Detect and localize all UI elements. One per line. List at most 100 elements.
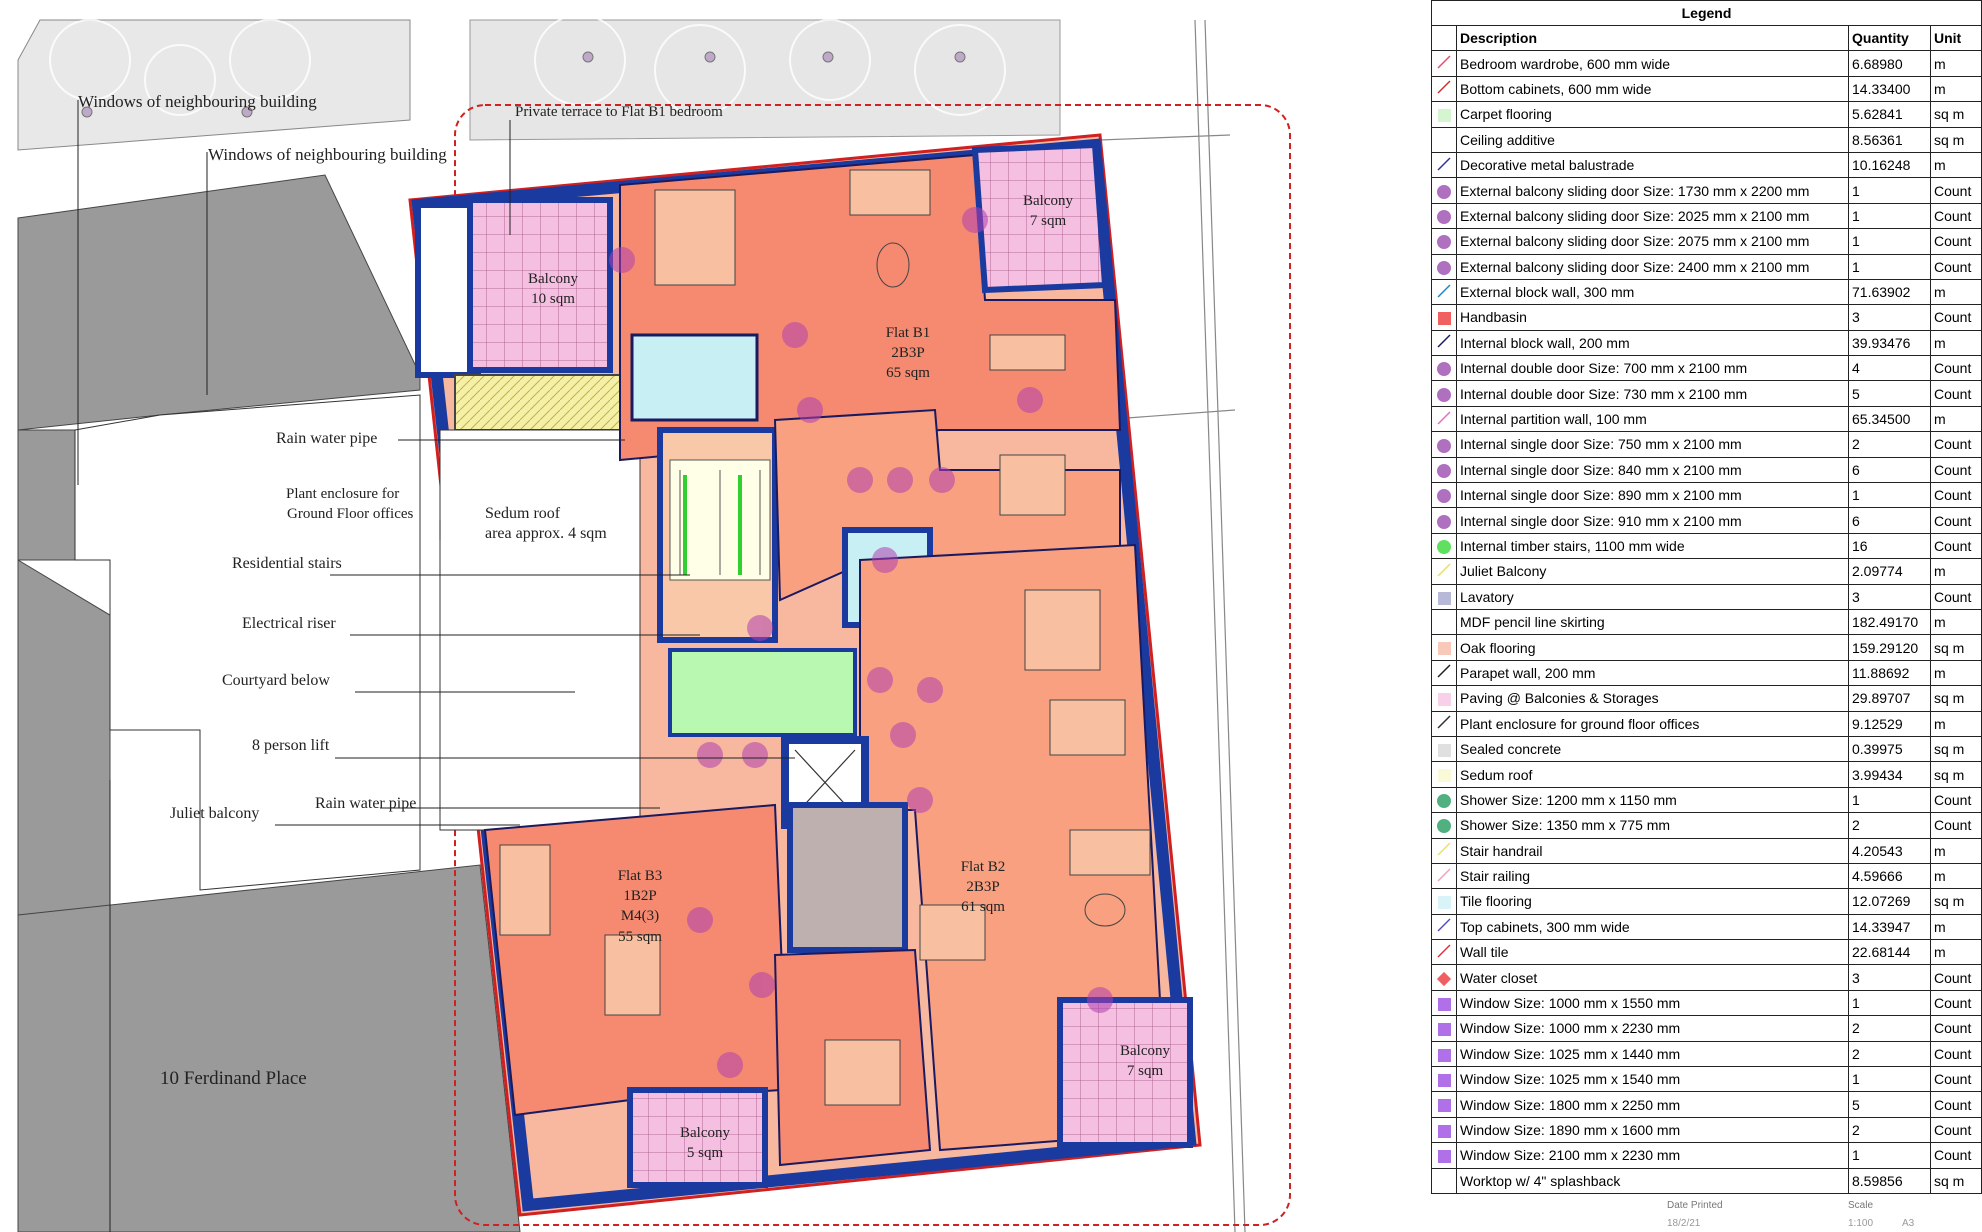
legend-row: Bedroom wardrobe, 600 mm wide 6.68980 m <box>1431 50 1982 77</box>
legend-title: Legend <box>1431 0 1982 26</box>
legend-unit: Count <box>1930 253 1982 280</box>
legend-quantity: 2 <box>1848 431 1931 458</box>
legend-table: Legend Description Quantity Unit Bedroom… <box>1431 0 1982 1194</box>
legend-description: Internal single door Size: 750 mm x 2100… <box>1456 431 1849 458</box>
legend-row: Internal single door Size: 750 mm x 2100… <box>1431 431 1982 458</box>
legend-description: Bedroom wardrobe, 600 mm wide <box>1456 50 1849 77</box>
legend-swatch-cell <box>1431 939 1457 966</box>
legend-swatch-cell <box>1431 278 1457 306</box>
legend-header-description: Description <box>1456 24 1849 52</box>
legend-swatch-cell <box>1431 101 1457 128</box>
legend-swatch-cell <box>1431 50 1457 77</box>
line-swatch-icon <box>1437 868 1451 882</box>
legend-quantity: 6 <box>1848 456 1931 484</box>
square-swatch-icon <box>1437 1023 1451 1037</box>
label-terrace: Private terrace to Flat B1 bedroom <box>515 104 723 120</box>
room-flat-b2-line3: 61 sqm <box>961 899 1005 915</box>
legend-swatch-cell <box>1431 1116 1457 1144</box>
legend-header-swatch <box>1431 24 1457 52</box>
legend-unit: sq m <box>1930 888 1982 915</box>
legend-description: MDF pencil line skirting <box>1456 608 1849 636</box>
legend-unit: m <box>1930 862 1982 890</box>
legend-unit: m <box>1930 710 1982 737</box>
line-swatch-icon <box>1437 80 1451 94</box>
legend-row: Window Size: 1890 mm x 1600 mm 2 Count <box>1431 1116 1982 1144</box>
room-balcony-7b-line2: 7 sqm <box>1127 1063 1164 1079</box>
dot-swatch-icon <box>1437 514 1451 529</box>
legend-unit: Count <box>1930 1066 1982 1093</box>
legend-swatch-cell <box>1431 608 1457 636</box>
legend-row: Sedum roof 3.99434 sq m <box>1431 761 1982 788</box>
legend-swatch-cell <box>1431 558 1457 585</box>
legend-swatch-cell <box>1431 253 1457 280</box>
legend-quantity: 65.34500 <box>1848 405 1931 433</box>
legend-row: Top cabinets, 300 mm wide 14.33947 m <box>1431 913 1982 941</box>
label-sedum-1: Sedum roof <box>485 505 561 522</box>
square-swatch-icon <box>1437 1048 1451 1062</box>
legend-row: Internal single door Size: 840 mm x 2100… <box>1431 456 1982 484</box>
legend-row: Window Size: 1000 mm x 1550 mm 1 Count <box>1431 989 1982 1017</box>
legend-row: Shower Size: 1350 mm x 775 mm 2 Count <box>1431 812 1982 839</box>
dot-swatch-icon <box>1437 387 1451 402</box>
legend-quantity: 1 <box>1848 202 1931 230</box>
legend-swatch-cell <box>1431 482 1457 509</box>
legend-unit: m <box>1930 278 1982 306</box>
legend-panel: Legend Description Quantity Unit Bedroom… <box>1431 0 1982 1194</box>
legend-row: Internal single door Size: 890 mm x 2100… <box>1431 482 1982 509</box>
legend-unit: Count <box>1930 355 1982 382</box>
legend-swatch-cell <box>1431 507 1457 534</box>
legend-description: Window Size: 1890 mm x 1600 mm <box>1456 1116 1849 1144</box>
legend-description: Internal single door Size: 910 mm x 2100… <box>1456 507 1849 534</box>
legend-row: Internal block wall, 200 mm 39.93476 m <box>1431 329 1982 357</box>
legend-description: Internal double door Size: 730 mm x 2100… <box>1456 380 1849 407</box>
label-windows-1: Windows of neighbouring building <box>78 92 317 111</box>
legend-description: Internal block wall, 200 mm <box>1456 329 1849 357</box>
label-sedum-2: area approx. 4 sqm <box>485 525 607 542</box>
legend-description: External balcony sliding door Size: 2025… <box>1456 202 1849 230</box>
stairs-graphic <box>669 459 771 581</box>
legend-row: Window Size: 1025 mm x 1440 mm 2 Count <box>1431 1040 1982 1068</box>
square-swatch-icon <box>1437 896 1451 910</box>
square-swatch-icon <box>1437 109 1451 123</box>
room-flat-b2-line2: 2B3P <box>966 879 999 895</box>
legend-row: Paving @ Balconies & Storages 29.89707 sq … <box>1431 685 1982 712</box>
square-swatch-icon <box>1437 1074 1451 1087</box>
footer-scale-label: Scale <box>1848 1200 1874 1211</box>
legend-swatch-cell <box>1431 786 1457 814</box>
line-swatch-icon <box>1437 664 1451 678</box>
square-swatch-icon <box>1437 312 1451 326</box>
legend-unit: m <box>1930 151 1982 179</box>
legend-swatch-cell <box>1431 837 1457 864</box>
legend-description: Internal single door Size: 890 mm x 2100… <box>1456 482 1849 509</box>
legend-quantity: 4 <box>1848 355 1931 382</box>
legend-description: Juliet Balcony <box>1456 558 1849 585</box>
legend-unit: sq m <box>1930 735 1982 763</box>
legend-swatch-cell <box>1431 304 1457 331</box>
legend-row: External balcony sliding door Size: 2025… <box>1431 202 1982 230</box>
floor-plan: Windows of neighbouring building Windows… <box>17 14 1291 1232</box>
legend-row: Carpet flooring 5.62841 sq m <box>1431 101 1982 128</box>
legend-quantity: 8.59856 <box>1848 1167 1931 1194</box>
legend-description: Decorative metal balustrade <box>1456 151 1849 179</box>
legend-unit: m <box>1930 329 1982 357</box>
square-swatch-icon <box>1437 769 1451 783</box>
legend-swatch-cell <box>1431 431 1457 458</box>
legend-description: Internal double door Size: 700 mm x 2100… <box>1456 355 1849 382</box>
dot-swatch-icon <box>1437 235 1451 250</box>
line-swatch-icon <box>1437 944 1451 958</box>
legend-quantity: 1 <box>1848 989 1931 1017</box>
carpet-landing <box>668 648 857 737</box>
legend-description: Stair handrail <box>1456 837 1849 864</box>
legend-row: Oak flooring 159.29120 sq m <box>1431 634 1982 661</box>
legend-unit: m <box>1930 558 1982 585</box>
legend-description: Shower Size: 1200 mm x 1150 mm <box>1456 786 1849 814</box>
legend-unit: sq m <box>1930 761 1982 788</box>
legend-quantity: 2 <box>1848 1040 1931 1068</box>
legend-swatch-cell <box>1431 456 1457 484</box>
legend-quantity: 10.16248 <box>1848 151 1931 179</box>
legend-description: Internal timber stairs, 1100 mm wide <box>1456 532 1849 560</box>
legend-description: Paving @ Balconies & Storages <box>1456 685 1849 712</box>
legend-unit: m <box>1930 608 1982 636</box>
legend-swatch-cell <box>1431 405 1457 433</box>
line-swatch-icon <box>1437 157 1451 171</box>
